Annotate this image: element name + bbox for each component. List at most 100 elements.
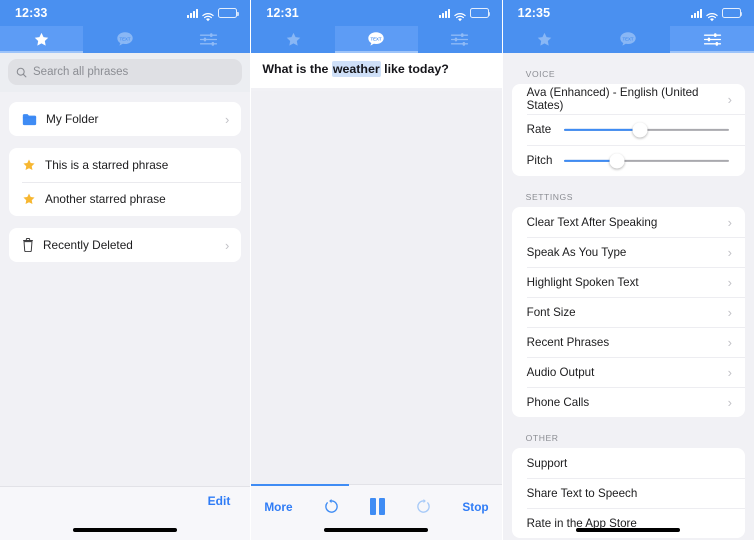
search-input[interactable]: Search all phrases (8, 59, 243, 85)
screenshot-triptych: 12:33 TEXT Search all phrases My Folder … (0, 0, 754, 540)
star-icon (23, 193, 35, 205)
home-indicator (576, 528, 681, 532)
settings-row-label: Audio Output (526, 365, 595, 379)
tab-settings[interactable] (418, 26, 501, 53)
wifi-icon (706, 9, 718, 21)
tab-text[interactable]: TEXT (334, 26, 419, 53)
rewind-circle-icon[interactable] (323, 498, 340, 515)
slider-thumb[interactable] (632, 122, 648, 137)
settings-row-support[interactable]: Support (512, 448, 745, 478)
status-bar: 12:31 (251, 0, 502, 26)
edit-button[interactable]: Edit (208, 494, 231, 508)
tab-starred[interactable] (0, 26, 84, 53)
sliders-icon (200, 33, 218, 46)
search-icon (16, 67, 27, 77)
tab-starred[interactable] (251, 26, 334, 53)
text-bubble-icon: TEXT (620, 32, 637, 46)
section-header-settings: SETTINGS (525, 192, 574, 202)
spoken-phrase: What is the weather like today? (262, 61, 490, 78)
chevron-right-icon: › (224, 111, 230, 127)
chevron-right-icon: › (727, 334, 732, 350)
battery-icon (469, 8, 491, 18)
rate-slider[interactable] (563, 120, 729, 140)
settings-row-label: Phone Calls (526, 395, 590, 409)
pitch-slider[interactable] (563, 151, 729, 171)
settings-row-audio-output[interactable]: Audio Output › (512, 357, 745, 387)
settings-row-recent-phrases[interactable]: Recent Phrases › (512, 327, 745, 357)
status-clock: 12:31 (266, 6, 299, 20)
chevron-right-icon: › (727, 91, 732, 107)
status-bar: 12:35 (502, 0, 754, 26)
slider-thumb[interactable] (609, 153, 625, 168)
settings-row-pitch[interactable]: Pitch (512, 145, 745, 176)
svg-text:TEXT: TEXT (623, 36, 634, 41)
status-icons (187, 8, 239, 21)
settings-row-rate[interactable]: Rate (512, 114, 745, 145)
cellular-signal-icon (690, 8, 702, 18)
settings-row-clear-text[interactable]: Clear Text After Speaking › (512, 207, 745, 237)
settings-list[interactable]: VOICE Ava (Enhanced) - English (United S… (502, 53, 754, 540)
section-header-voice: VOICE (525, 69, 556, 79)
settings-row-share-text-to-speech[interactable]: Share Text to Speech (512, 478, 745, 508)
list-item-label: My Folder (46, 112, 99, 126)
tab-bar: TEXT (0, 26, 251, 53)
pause-button[interactable] (369, 498, 386, 515)
star-icon (537, 32, 552, 46)
stop-button[interactable]: Stop (462, 500, 488, 514)
status-bar: 12:33 (0, 0, 251, 26)
cellular-signal-icon (187, 8, 199, 18)
tab-settings[interactable] (167, 26, 250, 53)
settings-row-label: Font Size (526, 305, 576, 319)
phrase-highlighted-word: weather (331, 61, 381, 77)
settings-row-label: Speak As You Type (526, 245, 627, 259)
tab-text[interactable]: TEXT (586, 26, 670, 53)
svg-text:TEXT: TEXT (371, 36, 382, 41)
more-button[interactable]: More (264, 500, 292, 514)
settings-row-speak-as-you-type[interactable]: Speak As You Type › (512, 237, 745, 267)
trash-icon (23, 238, 33, 252)
section-header-other: OTHER (525, 433, 559, 443)
chevron-right-icon: › (727, 214, 732, 230)
tab-text[interactable]: TEXT (83, 26, 166, 53)
status-clock: 12:35 (517, 6, 551, 20)
list-item-starred-2[interactable]: Another starred phrase (9, 182, 242, 216)
star-icon (34, 32, 49, 46)
text-bubble-icon: TEXT (368, 32, 385, 46)
phrase-after: like today? (380, 62, 449, 76)
deleted-group: Recently Deleted › (9, 228, 242, 262)
forward-circle-icon[interactable] (415, 498, 432, 515)
chevron-right-icon: › (727, 394, 732, 410)
list-item-recently-deleted[interactable]: Recently Deleted › (9, 228, 241, 262)
cellular-signal-icon (438, 8, 450, 18)
settings-row-phone-calls[interactable]: Phone Calls › (512, 387, 745, 417)
text-bubble-icon: TEXT (117, 32, 133, 46)
settings-row-rate-in-app-store[interactable]: Rate in the App Store (512, 508, 745, 538)
status-icons (438, 8, 491, 21)
panel-settings: 12:35 TEXT VOICE Ava (Enhanced) - Englis… (502, 0, 754, 540)
voice-card: Ava (Enhanced) - English (United States)… (511, 84, 745, 176)
list-item-my-folder[interactable]: My Folder › (9, 102, 241, 136)
settings-row-font-size[interactable]: Font Size › (512, 297, 745, 327)
folder-group: My Folder › (9, 102, 242, 136)
home-indicator (324, 528, 429, 532)
list-item-label: Another starred phrase (45, 192, 166, 206)
wifi-icon (202, 9, 215, 21)
svg-text:TEXT: TEXT (120, 36, 131, 41)
panel-phrases: 12:33 TEXT Search all phrases My Folder … (0, 0, 252, 540)
chevron-right-icon: › (224, 237, 230, 253)
settings-row-label: Support (526, 456, 568, 470)
starred-group: This is a starred phrase Another starred… (9, 148, 242, 216)
chevron-right-icon: › (727, 364, 732, 380)
slider-fill (563, 128, 640, 131)
other-card: Support Share Text to Speech Rate in the… (511, 448, 745, 538)
phrase-editor[interactable]: What is the weather like today? (251, 53, 502, 88)
settings-row-voice[interactable]: Ava (Enhanced) - English (United States)… (512, 84, 745, 114)
phrase-list: My Folder › This is a starred phrase Ano… (0, 92, 251, 540)
list-item-starred-1[interactable]: This is a starred phrase (9, 148, 241, 182)
settings-row-label: Highlight Spoken Text (526, 275, 639, 289)
folder-icon (22, 113, 37, 125)
chevron-right-icon: › (727, 244, 732, 260)
settings-row-highlight-spoken-text[interactable]: Highlight Spoken Text › (512, 267, 745, 297)
tab-settings[interactable] (670, 26, 754, 53)
tab-starred[interactable] (503, 26, 587, 53)
